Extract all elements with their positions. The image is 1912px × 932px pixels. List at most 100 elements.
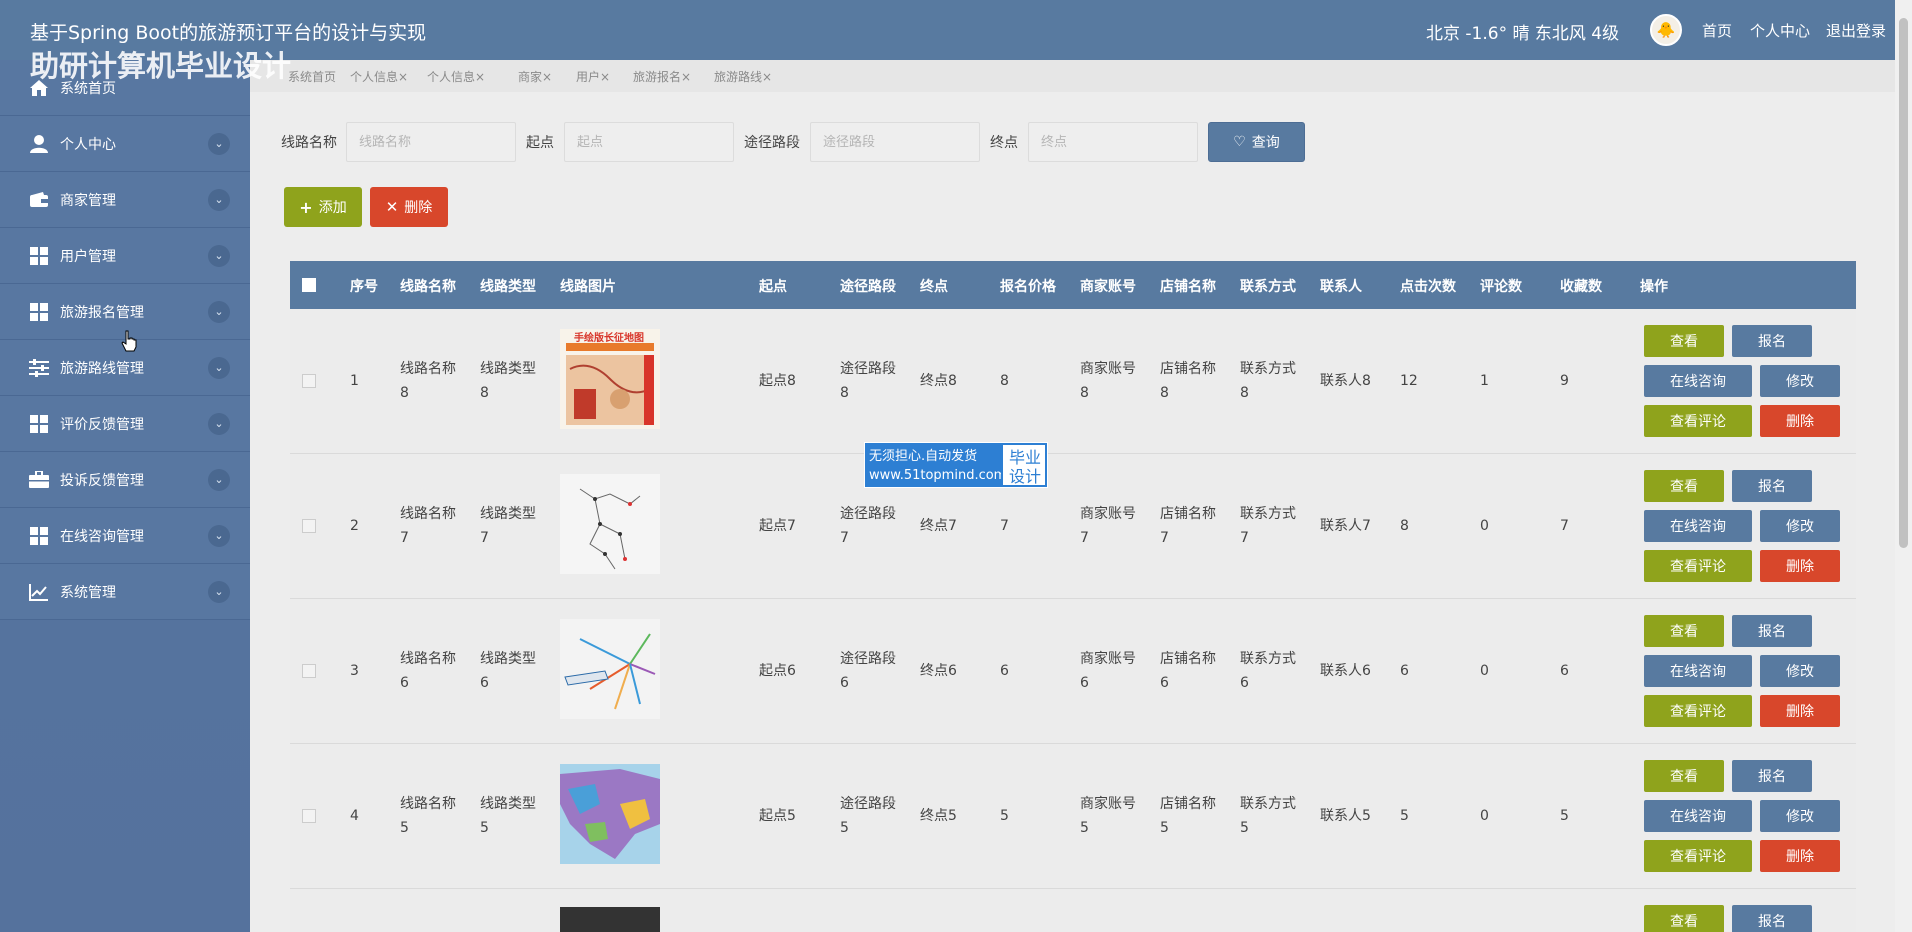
view-button[interactable]: 查看	[1644, 615, 1724, 647]
cell-via-num: 6	[840, 675, 849, 691]
view-button[interactable]: 查看	[1644, 760, 1724, 792]
cell-end: 终点5	[920, 808, 957, 824]
sidebar-item-users[interactable]: 用户管理 ⌄	[0, 228, 250, 284]
tab-home[interactable]: 系统首页	[288, 68, 336, 85]
sidebar-item-merchant[interactable]: 商家管理 ⌄	[0, 172, 250, 228]
promo-badge[interactable]: 无须担心.自动发货 www.51topmind.com 毕业 设计	[864, 442, 1048, 488]
chevron-down-icon[interactable]: ⌄	[208, 468, 230, 491]
scrollbar-thumb[interactable]	[1899, 18, 1908, 548]
promo-line1: 无须担心.自动发货	[869, 449, 978, 464]
cell-comments: 0	[1480, 663, 1489, 679]
edit-button[interactable]: 修改	[1760, 510, 1840, 542]
cell-name-text: 线路名称	[400, 651, 456, 667]
sidebar-item-personal[interactable]: 个人中心 ⌄	[0, 116, 250, 172]
signup-button[interactable]: 报名	[1732, 325, 1812, 357]
avatar[interactable]: 🐥	[1650, 14, 1682, 46]
row-delete-button[interactable]: 删除	[1760, 695, 1840, 727]
tab-personal-info[interactable]: 个人信息×	[427, 68, 485, 85]
reviews-button[interactable]: 查看评论	[1644, 695, 1752, 727]
route-name-input[interactable]	[346, 122, 516, 162]
end-input[interactable]	[1028, 122, 1198, 162]
view-button[interactable]: 查看	[1644, 470, 1724, 502]
start-input[interactable]	[564, 122, 734, 162]
sidebar-item-system[interactable]: 系统管理 ⌄	[0, 564, 250, 620]
via-input[interactable]	[810, 122, 980, 162]
row-delete-button[interactable]: 删除	[1760, 405, 1840, 437]
cell-via-num: 7	[840, 530, 849, 546]
chevron-down-icon[interactable]: ⌄	[208, 524, 230, 547]
promo-badge-left: 无须担心.自动发货 www.51topmind.com	[865, 443, 1006, 487]
tab-travel-signup[interactable]: 旅游报名×	[633, 68, 691, 85]
consult-button[interactable]: 在线咨询	[1644, 365, 1752, 397]
cell-contact-text: 联系方式	[1240, 796, 1296, 812]
cell-account-num: 8	[1080, 385, 1089, 401]
consult-button[interactable]: 在线咨询	[1644, 800, 1752, 832]
signup-button[interactable]: 报名	[1732, 905, 1812, 932]
cell-name-num: 6	[400, 675, 409, 691]
promo-right2: 设计	[1009, 467, 1042, 486]
tab-merchant[interactable]: 商家×	[518, 68, 552, 85]
view-button[interactable]: 查看	[1644, 905, 1724, 932]
edit-button[interactable]: 修改	[1760, 655, 1840, 687]
add-button[interactable]: + 添加	[284, 187, 362, 227]
th-favs: 收藏数	[1560, 279, 1602, 295]
reviews-button[interactable]: 查看评论	[1644, 840, 1752, 872]
cell-name: 线路名称 6	[400, 647, 456, 695]
sidebar-item-label: 旅游路线管理	[60, 360, 144, 377]
chevron-down-icon[interactable]: ⌄	[208, 132, 230, 155]
row-checkbox[interactable]	[302, 374, 316, 388]
delete-button-label: 删除	[404, 200, 433, 216]
route-image-thumbnail	[560, 474, 660, 574]
cell-shop-num: 6	[1160, 675, 1169, 691]
cell-favs: 9	[1560, 373, 1569, 389]
cell-shop-text: 店铺名称	[1160, 796, 1216, 812]
page-scrollbar[interactable]	[1895, 0, 1912, 932]
row-checkbox[interactable]	[302, 519, 316, 533]
heart-icon: ♡	[1233, 134, 1246, 150]
sidebar-item-review[interactable]: 评价反馈管理 ⌄	[0, 396, 250, 452]
chevron-down-icon[interactable]: ⌄	[208, 244, 230, 267]
tab-users[interactable]: 用户×	[576, 68, 610, 85]
cell-contact-num: 6	[1240, 675, 1249, 691]
reviews-button[interactable]: 查看评论	[1644, 550, 1752, 582]
tab-travel-route[interactable]: 旅游路线×	[714, 68, 772, 85]
select-all-checkbox[interactable]	[302, 278, 316, 292]
signup-button[interactable]: 报名	[1732, 470, 1812, 502]
chevron-down-icon[interactable]: ⌄	[208, 356, 230, 379]
th-end: 终点	[920, 279, 948, 295]
sidebar-item-complaint[interactable]: 投诉反馈管理 ⌄	[0, 452, 250, 508]
chevron-down-icon[interactable]: ⌄	[208, 300, 230, 323]
query-button[interactable]: ♡ 查询	[1208, 122, 1305, 162]
view-button[interactable]: 查看	[1644, 325, 1724, 357]
cell-type-text: 线路类型	[480, 361, 536, 377]
sidebar-item-consult[interactable]: 在线咨询管理 ⌄	[0, 508, 250, 564]
chevron-down-icon[interactable]: ⌄	[208, 580, 230, 603]
row-checkbox[interactable]	[302, 664, 316, 678]
consult-button[interactable]: 在线咨询	[1644, 655, 1752, 687]
consult-button[interactable]: 在线咨询	[1644, 510, 1752, 542]
row-checkbox[interactable]	[302, 809, 316, 823]
row-delete-button[interactable]: 删除	[1760, 550, 1840, 582]
cell-shop-text: 店铺名称	[1160, 506, 1216, 522]
cell-name-num: 7	[400, 530, 409, 546]
cell-start: 起点7	[759, 518, 796, 534]
row-delete-button[interactable]: 删除	[1760, 840, 1840, 872]
cell-favs: 5	[1560, 808, 1569, 824]
chevron-down-icon[interactable]: ⌄	[208, 412, 230, 435]
edit-button[interactable]: 修改	[1760, 800, 1840, 832]
edit-button[interactable]: 修改	[1760, 365, 1840, 397]
cell-price: 8	[1000, 373, 1009, 389]
cell-name: 线路名称 7	[400, 502, 456, 550]
home-link[interactable]: 首页	[1702, 20, 1732, 41]
tab-personal[interactable]: 个人信息×	[350, 68, 408, 85]
reviews-button[interactable]: 查看评论	[1644, 405, 1752, 437]
delete-button[interactable]: ✕ 删除	[370, 187, 448, 227]
logout-link[interactable]: 退出登录	[1826, 20, 1886, 41]
chevron-down-icon[interactable]: ⌄	[208, 188, 230, 211]
signup-button[interactable]: 报名	[1732, 760, 1812, 792]
personal-center-link[interactable]: 个人中心	[1750, 20, 1810, 41]
th-image: 线路图片	[560, 279, 616, 295]
cell-type-num: 8	[480, 385, 489, 401]
main-content: 系统首页 个人信息× 个人信息× 商家× 用户× 旅游报名× 旅游路线× 线路名…	[250, 60, 1895, 932]
signup-button[interactable]: 报名	[1732, 615, 1812, 647]
